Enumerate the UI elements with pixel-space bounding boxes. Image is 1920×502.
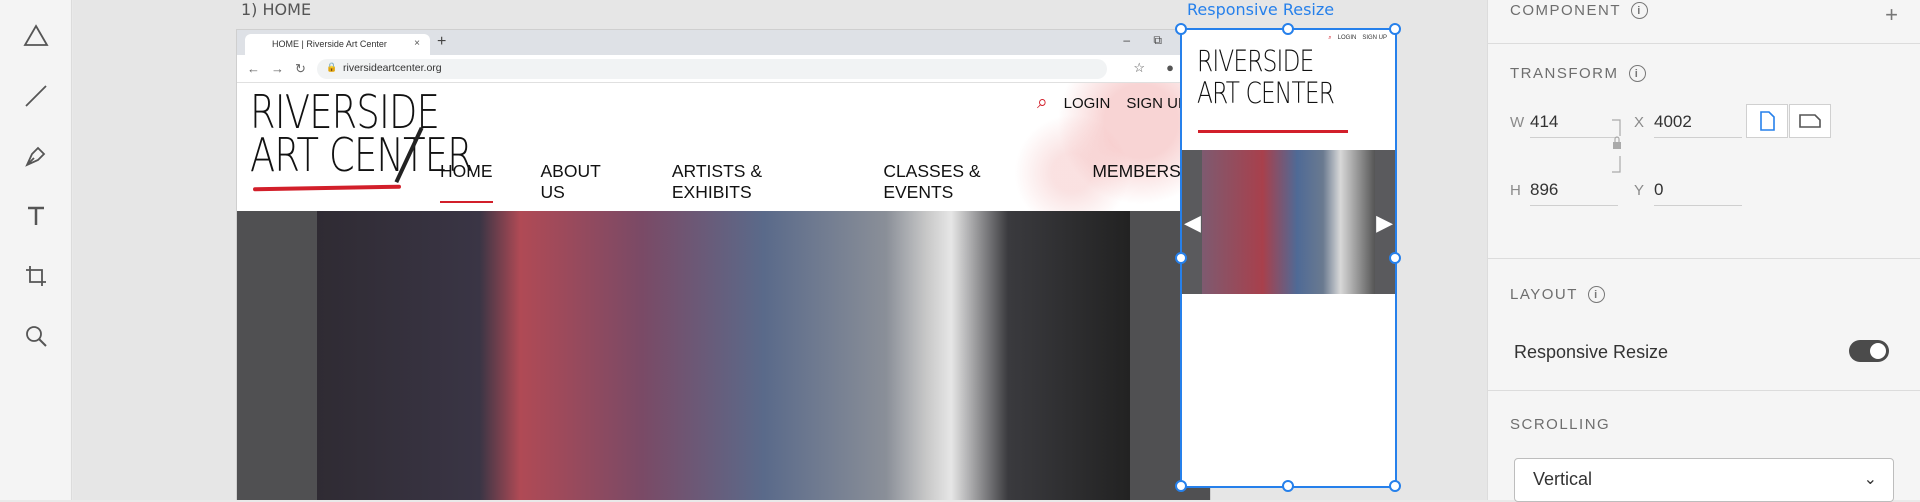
design-canvas[interactable]: 1) HOME HOME | Riverside Art Center × + … (73, 0, 1487, 500)
width-label: W (1510, 114, 1525, 131)
new-tab-button[interactable]: + (437, 33, 446, 51)
aspect-lock-icon[interactable] (1610, 118, 1624, 174)
lock-icon: 🔒 (326, 62, 338, 72)
mobile-top-links: ⌕ LOGIN SIGN UP (1328, 35, 1387, 42)
responsive-resize-label: Responsive Resize (1514, 342, 1669, 362)
browser-address-bar: ← → ↻ 🔒 riversideartcenter.org ☆ ● ⋮ (237, 55, 1210, 83)
scrolling-heading: SCROLLING (1510, 416, 1611, 433)
site-top-links: ⌕ LOGIN SIGN UP (1037, 92, 1188, 114)
divider (1488, 258, 1920, 259)
tab-title: HOME | Riverside Art Center (272, 39, 387, 49)
mobile-search-icon[interactable]: ⌕ (1328, 35, 1331, 42)
minimize-icon[interactable]: – (1123, 33, 1130, 47)
browser-tab-bar: HOME | Riverside Art Center × + – ⧉ ✕ (237, 30, 1210, 55)
artboard-tool-icon[interactable] (20, 260, 52, 292)
site-logo-line2[interactable]: ART CENTER (250, 128, 473, 182)
restore-icon[interactable]: ⧉ (1153, 33, 1162, 48)
mobile-hero-slider: ◀ ▶ (1182, 150, 1395, 294)
layout-section-header: LAYOUT i (1510, 286, 1605, 303)
resize-handle-top[interactable] (1282, 23, 1294, 35)
landscape-orientation-button[interactable] (1789, 104, 1831, 138)
y-label: Y (1634, 182, 1645, 199)
nav-home[interactable]: HOME (440, 161, 493, 203)
resize-handle-bottom[interactable] (1282, 480, 1294, 492)
divider (1488, 390, 1920, 391)
back-icon[interactable]: ← (247, 61, 260, 76)
url-field[interactable]: 🔒 riversideartcenter.org (317, 59, 1107, 79)
text-tool-icon[interactable] (20, 200, 52, 232)
component-section-header: COMPONENT i (1510, 2, 1648, 19)
portrait-icon (1760, 111, 1775, 131)
profile-icon[interactable]: ● (1166, 60, 1174, 75)
logo-underline (252, 184, 402, 192)
site-nav: HOME ABOUT US ARTISTS & EXHIBITS CLASSES… (440, 161, 1210, 203)
mobile-hero-photo (1202, 150, 1375, 294)
portrait-orientation-button[interactable] (1746, 104, 1788, 138)
nav-classes-events[interactable]: CLASSES & EVENTS (883, 161, 1044, 203)
search-icon[interactable]: ⌕ (1037, 92, 1048, 114)
slider-next-arrow-icon[interactable]: ▶ (1376, 210, 1393, 236)
resize-handle-bottom-right[interactable] (1389, 480, 1401, 492)
reload-icon[interactable]: ↻ (295, 61, 306, 77)
landscape-icon (1799, 114, 1821, 128)
login-link[interactable]: LOGIN (1064, 95, 1111, 112)
nav-about-us[interactable]: ABOUT US (541, 161, 624, 203)
transform-heading: TRANSFORM (1510, 65, 1619, 82)
layout-heading: LAYOUT (1510, 286, 1578, 303)
responsive-resize-toggle[interactable] (1849, 340, 1889, 362)
bookmark-star-icon[interactable]: ☆ (1133, 60, 1145, 76)
resize-handle-right[interactable] (1389, 252, 1401, 264)
transform-section-header: TRANSFORM i (1510, 65, 1646, 82)
resize-handle-top-left[interactable] (1175, 23, 1187, 35)
component-heading: COMPONENT (1510, 2, 1621, 19)
site-header: RIVERSIDE ART CENTER ⌕ LOGIN SIGN UP HOM… (237, 83, 1210, 211)
chevron-down-icon: ⌄ (1863, 471, 1877, 488)
artboard-responsive-resize[interactable]: ⌕ LOGIN SIGN UP RIVERSIDE ART CENTER ◀ ▶ (1175, 23, 1401, 492)
browser-tab[interactable]: HOME | Riverside Art Center × (245, 34, 430, 55)
layout-info-icon[interactable]: i (1587, 286, 1605, 303)
resize-handle-left[interactable] (1175, 252, 1187, 264)
zoom-tool-icon[interactable] (20, 320, 52, 352)
mobile-logo-line1[interactable]: RIVERSIDE (1197, 44, 1314, 78)
mobile-logo-line2[interactable]: ART CENTER (1197, 76, 1335, 110)
artboard-label-responsive[interactable]: Responsive Resize (1187, 0, 1334, 19)
signup-link[interactable]: SIGN UP (1126, 95, 1188, 112)
artboard-label-home[interactable]: 1) HOME (241, 0, 311, 19)
hero-artwork-photo (317, 211, 1130, 500)
height-field[interactable]: 896 (1530, 178, 1618, 206)
artboard-home[interactable]: HOME | Riverside Art Center × + – ⧉ ✕ ← … (237, 30, 1210, 500)
mobile-login-link[interactable]: LOGIN (1338, 35, 1357, 42)
height-label: H (1510, 182, 1521, 199)
resize-handle-bottom-left[interactable] (1175, 480, 1187, 492)
property-inspector: COMPONENT i + TRANSFORM i W 414 X 4002 H… (1487, 0, 1920, 502)
hero-image (237, 211, 1210, 500)
add-component-icon[interactable]: + (1885, 2, 1898, 28)
slider-prev-arrow-icon[interactable]: ◀ (1184, 210, 1201, 236)
scrolling-section-header: SCROLLING (1510, 416, 1610, 433)
line-tool-icon[interactable] (20, 80, 52, 112)
width-field[interactable]: 414 (1530, 110, 1618, 138)
x-label: X (1634, 114, 1645, 131)
url-text: riversideartcenter.org (343, 62, 442, 74)
resize-handle-top-right[interactable] (1389, 23, 1401, 35)
transform-info-icon[interactable]: i (1628, 65, 1646, 82)
pen-tool-icon[interactable] (20, 140, 52, 172)
y-field[interactable]: 0 (1654, 178, 1742, 206)
mobile-logo-underline (1198, 130, 1348, 133)
x-field[interactable]: 4002 (1654, 110, 1742, 138)
mobile-header: ⌕ LOGIN SIGN UP RIVERSIDE ART CENTER (1182, 30, 1395, 150)
triangle-tool-icon[interactable] (20, 20, 52, 52)
component-info-icon[interactable]: i (1631, 2, 1648, 19)
nav-artists-exhibits[interactable]: ARTISTS & EXHIBITS (672, 161, 835, 203)
forward-icon[interactable]: → (271, 61, 284, 76)
scrolling-value: Vertical (1533, 469, 1593, 489)
hero-left-shade (237, 211, 317, 500)
scrolling-select[interactable]: Vertical ⌄ (1514, 458, 1894, 502)
divider (1488, 43, 1920, 44)
mobile-signup-link[interactable]: SIGN UP (1362, 35, 1387, 42)
tools-toolbar (0, 0, 72, 500)
tab-close-icon[interactable]: × (414, 38, 420, 49)
